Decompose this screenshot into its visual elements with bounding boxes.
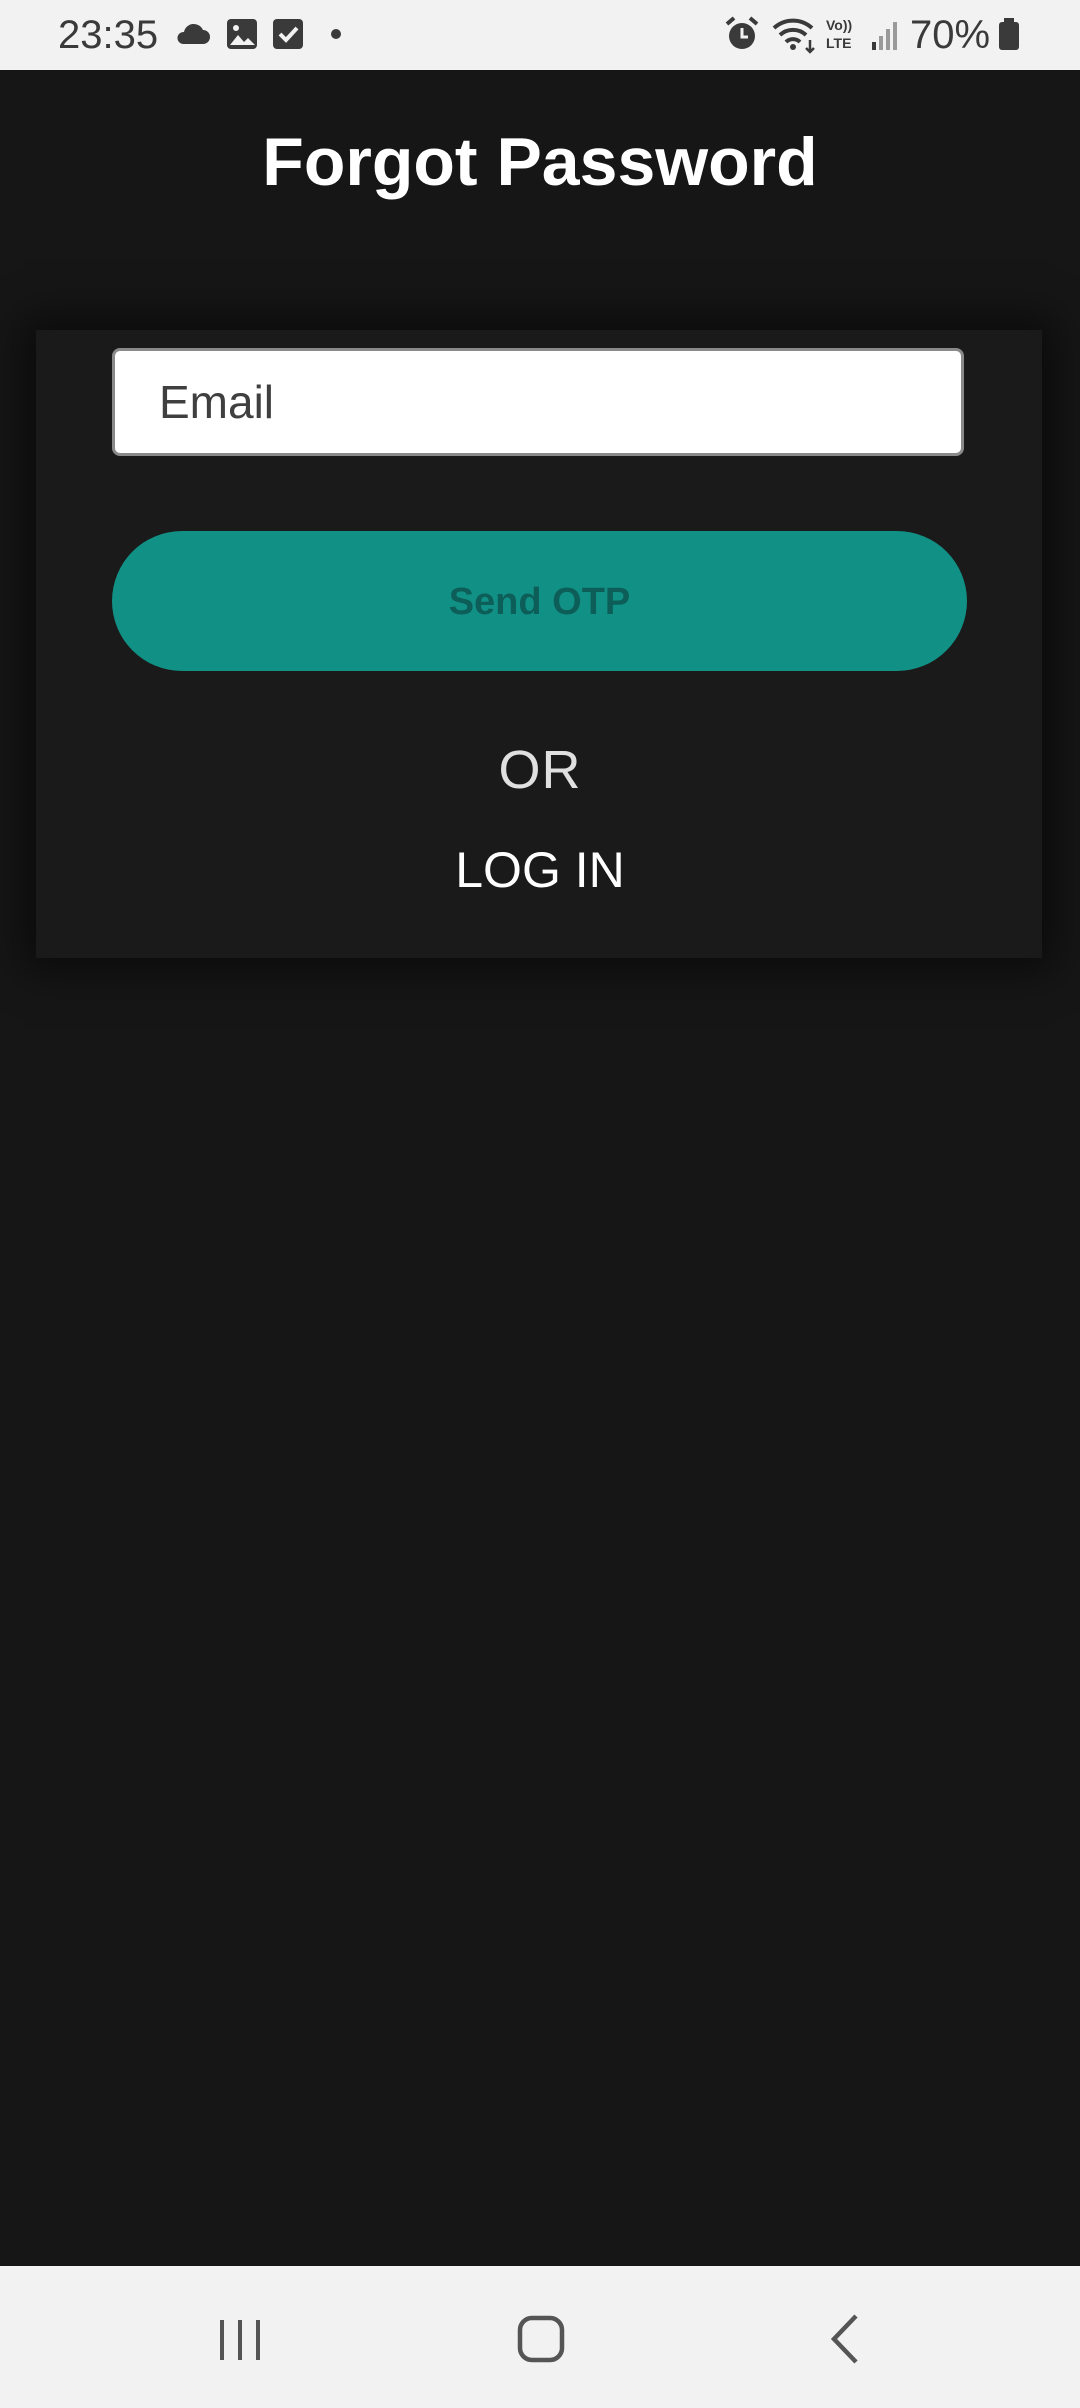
svg-text:Vo)): Vo)) (826, 17, 852, 33)
or-separator: OR (498, 740, 582, 800)
battery-percentage: 70% (910, 13, 991, 57)
navigation-bar (0, 2266, 1080, 2408)
login-link[interactable]: LOG IN (0, 840, 1080, 900)
alarm-icon (722, 14, 762, 54)
status-bar: 23:35 Vo)) LTE 70% (0, 0, 1080, 70)
home-icon[interactable] (496, 2294, 586, 2384)
cloud-icon (172, 14, 212, 54)
signal-icon (866, 14, 906, 54)
battery-icon (994, 14, 1024, 54)
dot-icon (316, 14, 356, 54)
recent-apps-icon[interactable] (195, 2294, 285, 2384)
checkbox-icon (268, 14, 308, 54)
page-title: Forgot Password (262, 124, 818, 200)
email-field[interactable] (112, 348, 964, 456)
send-otp-button[interactable]: Send OTP (112, 531, 967, 671)
gallery-icon (222, 14, 262, 54)
volte-icon: Vo)) LTE (824, 14, 860, 54)
wifi-icon (770, 14, 820, 54)
status-time: 23:35 (58, 13, 159, 57)
back-icon[interactable] (800, 2294, 890, 2384)
svg-text:LTE: LTE (826, 35, 851, 51)
